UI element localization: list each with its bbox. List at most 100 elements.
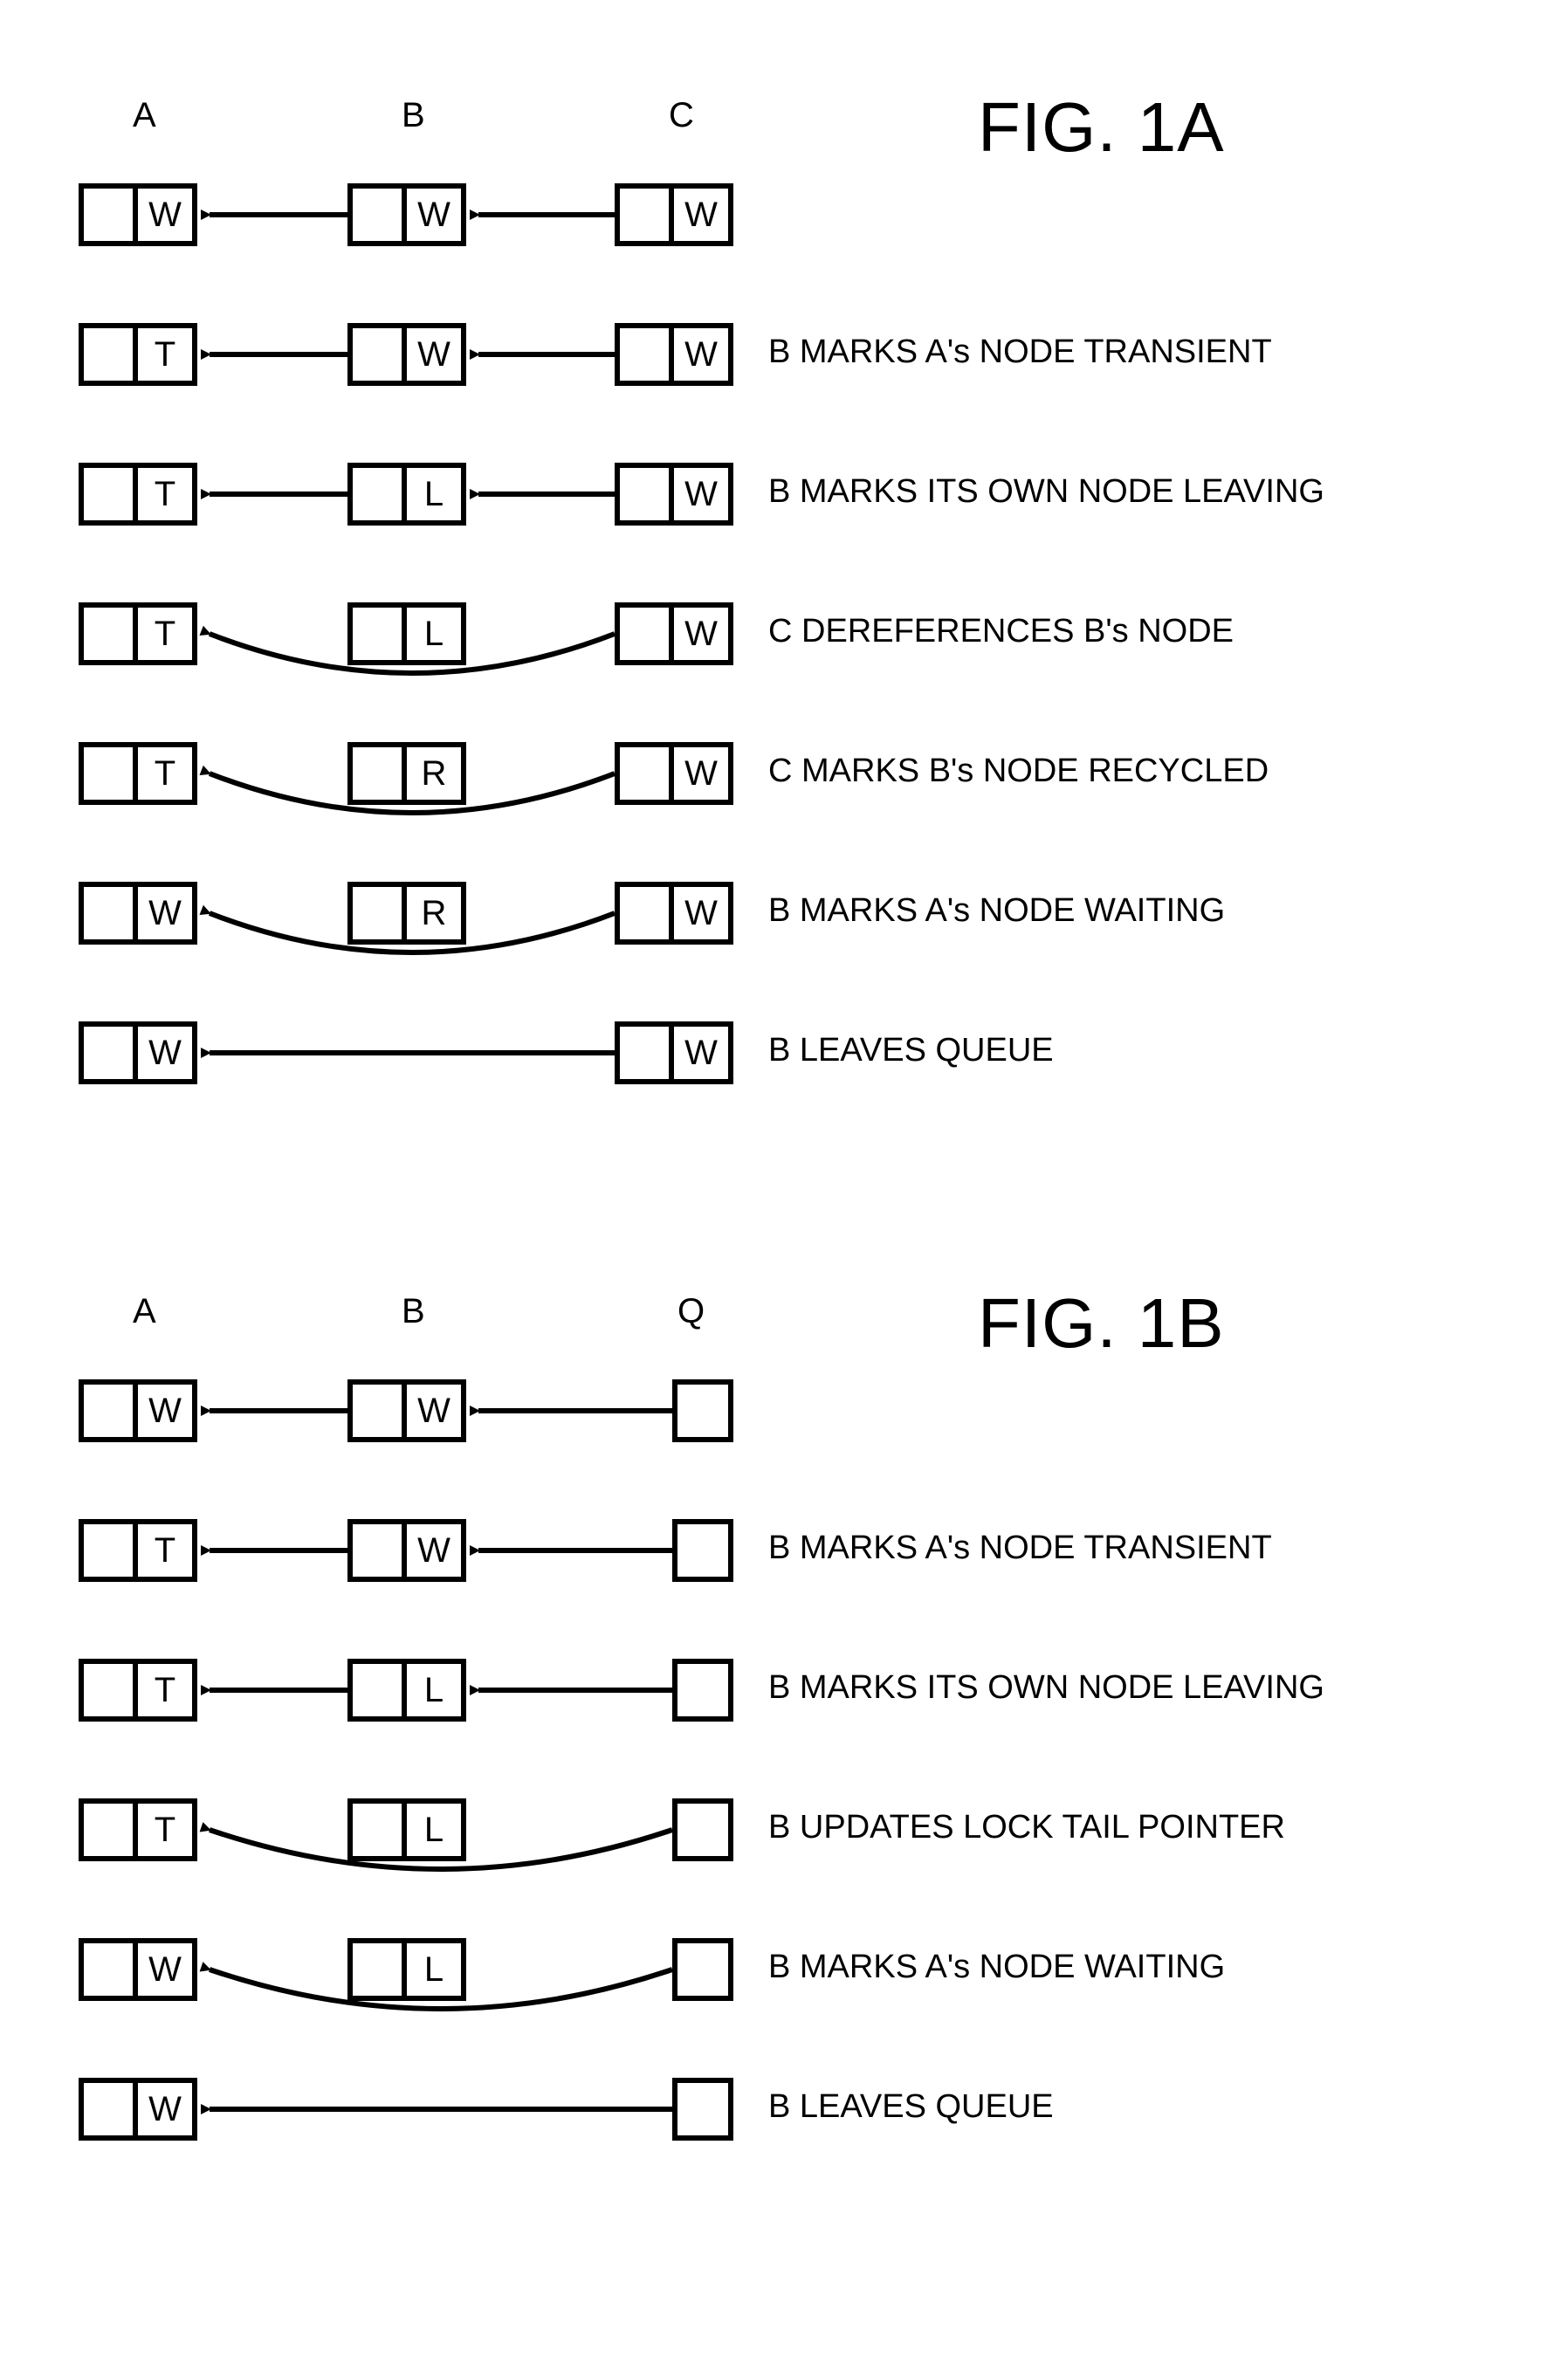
node-b: W: [347, 183, 466, 246]
diagram-row: T L B MARKS ITS OWN NODE LEAVING: [79, 1624, 1475, 1763]
header-c: C: [669, 96, 694, 135]
state-cell: W: [674, 468, 728, 520]
pointer-cell: [620, 887, 674, 939]
node-b: W: [347, 1379, 466, 1442]
state-cell: L: [407, 1664, 461, 1716]
row-caption: B MARKS A's NODE TRANSIENT: [768, 1530, 1272, 1567]
node-a: W: [79, 1021, 197, 1084]
page: FIG. 1A A B C WWWTWWB MARKS A's NODE TRA…: [0, 0, 1568, 2358]
pointer-cell: [620, 747, 674, 800]
state-cell: T: [138, 468, 192, 520]
node-b: W: [347, 1519, 466, 1582]
pointer-cell: [84, 747, 138, 800]
pointer-cell: [353, 747, 407, 800]
pointer-cell: [677, 2083, 728, 2135]
header-q: Q: [677, 1292, 705, 1331]
state-cell: W: [138, 1027, 192, 1079]
state-cell: W: [138, 887, 192, 939]
row-caption: B LEAVES QUEUE: [768, 1032, 1054, 1069]
node-q: [672, 2078, 733, 2141]
pointer-cell: [84, 189, 138, 241]
diagram-row: TLB UPDATES LOCK TAIL POINTER: [79, 1763, 1475, 1903]
pointer-cell: [620, 328, 674, 381]
node-a: T: [79, 742, 197, 805]
row-caption: B LEAVES QUEUE: [768, 2088, 1054, 2126]
node-c: W: [615, 463, 733, 526]
diagram-row: TRWC MARKS B's NODE RECYCLED: [79, 707, 1475, 847]
pointer-cell: [84, 1943, 138, 1996]
state-cell: W: [674, 328, 728, 381]
pointer-cell: [84, 1804, 138, 1856]
state-cell: W: [674, 887, 728, 939]
diagram-row: T W B MARKS A's NODE TRANSIENT: [79, 1484, 1475, 1624]
node-q: [672, 1798, 733, 1861]
pointer-cell: [84, 1524, 138, 1577]
node-q: [672, 1519, 733, 1582]
header-b: B: [402, 96, 425, 135]
node-b: L: [347, 602, 466, 665]
state-cell: W: [138, 1943, 192, 1996]
pointer-cell: [353, 1385, 407, 1437]
state-cell: L: [407, 1943, 461, 1996]
node-b: R: [347, 882, 466, 945]
node-c: W: [615, 602, 733, 665]
pointer-cell: [353, 1804, 407, 1856]
pointer-cell: [84, 1027, 138, 1079]
row-caption: B MARKS ITS OWN NODE LEAVING: [768, 1669, 1324, 1707]
pointer-cell: [677, 1664, 728, 1716]
state-cell: R: [407, 747, 461, 800]
state-cell: T: [138, 747, 192, 800]
header-a: A: [133, 96, 156, 135]
pointer-cell: [677, 1804, 728, 1856]
state-cell: T: [138, 1664, 192, 1716]
state-cell: T: [138, 1804, 192, 1856]
pointer-cell: [84, 608, 138, 660]
pointer-cell: [620, 189, 674, 241]
row-caption: B MARKS A's NODE WAITING: [768, 1949, 1225, 1986]
node-a: W: [79, 2078, 197, 2141]
fig1a-headers: A B C: [79, 87, 1475, 148]
node-a: T: [79, 323, 197, 386]
pointer-cell: [353, 608, 407, 660]
state-cell: T: [138, 1524, 192, 1577]
pointer-cell: [353, 1664, 407, 1716]
pointer-cell: [353, 887, 407, 939]
state-cell: W: [138, 1385, 192, 1437]
row-caption: B MARKS A's NODE WAITING: [768, 892, 1225, 930]
row-caption: B MARKS A's NODE TRANSIENT: [768, 333, 1272, 371]
state-cell: W: [138, 2083, 192, 2135]
node-c: W: [615, 742, 733, 805]
figure-1b: A B Q WWTWB MARKS A's NODE TRANSIENTTLB …: [79, 1283, 1475, 2183]
figure-1a: A B C W W W T W W B MARKS A's NODE TRANSIENT T L…: [79, 87, 1475, 1126]
state-cell: W: [674, 1027, 728, 1079]
node-q: [672, 1379, 733, 1442]
pointer-cell: [677, 1943, 728, 1996]
pointer-cell: [620, 608, 674, 660]
pointer-cell: [353, 468, 407, 520]
node-a: T: [79, 1659, 197, 1722]
pointer-cell: [353, 1524, 407, 1577]
node-c: W: [615, 882, 733, 945]
row-caption: B UPDATES LOCK TAIL POINTER: [768, 1809, 1285, 1846]
header-b: B: [402, 1292, 425, 1331]
node-b: W: [347, 323, 466, 386]
header-a: A: [133, 1292, 156, 1331]
node-b: L: [347, 463, 466, 526]
diagram-row: W B LEAVES QUEUE: [79, 2043, 1475, 2183]
state-cell: W: [674, 747, 728, 800]
state-cell: L: [407, 608, 461, 660]
state-cell: T: [138, 608, 192, 660]
diagram-row: WW: [79, 1344, 1475, 1484]
row-caption: B MARKS ITS OWN NODE LEAVING: [768, 473, 1324, 511]
node-a: T: [79, 1798, 197, 1861]
diagram-row: W W B LEAVES QUEUE: [79, 987, 1475, 1126]
pointer-cell: [620, 1027, 674, 1079]
state-cell: W: [407, 189, 461, 241]
pointer-cell: [353, 328, 407, 381]
state-cell: W: [138, 189, 192, 241]
pointer-cell: [353, 1943, 407, 1996]
pointer-cell: [84, 468, 138, 520]
diagram-row: WWW: [79, 148, 1475, 288]
node-c: W: [615, 183, 733, 246]
state-cell: R: [407, 887, 461, 939]
